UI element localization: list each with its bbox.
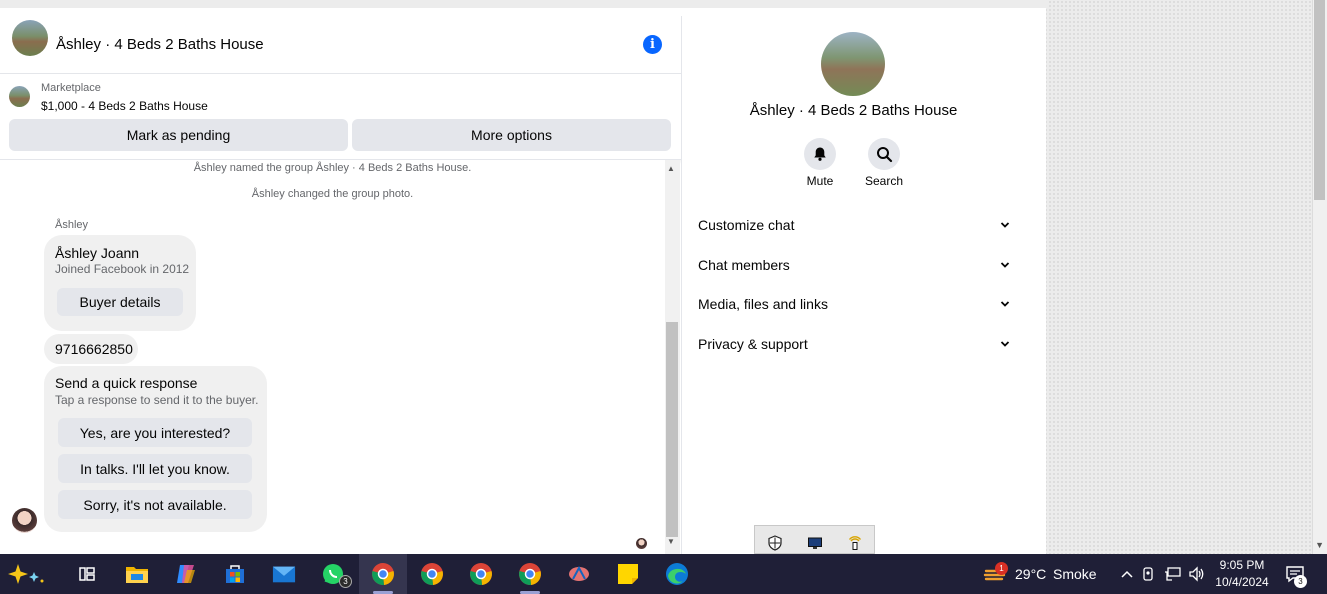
listing-price-title[interactable]: $1,000 - 4 Beds 2 Baths House bbox=[41, 99, 208, 113]
clock-date[interactable]: 10/4/2024 bbox=[1212, 575, 1272, 589]
mute-label: Mute bbox=[806, 174, 834, 188]
group-photo[interactable] bbox=[821, 32, 885, 96]
search-label: Search bbox=[864, 174, 904, 188]
usb-device-icon[interactable] bbox=[847, 535, 863, 551]
page-scrollbar-thumb[interactable] bbox=[1314, 0, 1325, 200]
whatsapp-badge: 3 bbox=[339, 575, 352, 588]
row-label: Customize chat bbox=[698, 217, 795, 233]
quick-response-title: Send a quick response bbox=[55, 375, 198, 391]
quick-response-button[interactable]: In talks. I'll let you know. bbox=[58, 454, 252, 483]
tray-overflow-popup bbox=[754, 525, 875, 554]
quick-response-subtitle: Tap a response to send it to the buyer. bbox=[55, 393, 259, 407]
group-avatar[interactable] bbox=[12, 20, 48, 56]
search-icon bbox=[876, 146, 892, 162]
read-receipt-avatar bbox=[636, 538, 647, 549]
sender-avatar[interactable] bbox=[12, 508, 37, 533]
system-message: Åshley named the group Åshley · 4 Beds 2… bbox=[193, 162, 472, 174]
notification-badge: 3 bbox=[1294, 575, 1307, 588]
chat-members-row[interactable]: Chat members bbox=[698, 250, 1010, 280]
security-shield-icon[interactable] bbox=[767, 535, 783, 551]
marketplace-label: Marketplace bbox=[41, 82, 101, 94]
message-scrollbar-thumb[interactable] bbox=[666, 322, 678, 537]
chrome-profile-icon[interactable] bbox=[469, 562, 493, 586]
buyer-name: Åshley Joann bbox=[55, 245, 140, 261]
buyer-joined: Joined Facebook in 2012 bbox=[55, 262, 190, 276]
chat-info-panel: Åshley · 4 Beds 2 Baths House Mute Searc… bbox=[681, 16, 1024, 554]
buyer-details-button[interactable]: Buyer details bbox=[57, 288, 183, 316]
chrome-profile-icon[interactable] bbox=[420, 562, 444, 586]
row-label: Media, files and links bbox=[698, 296, 828, 312]
chevron-down-icon bbox=[1000, 341, 1010, 347]
buyer-card-bubble: Åshley Joann Joined Facebook in 2012 Buy… bbox=[44, 235, 196, 331]
copilot-app-icon[interactable] bbox=[174, 562, 198, 586]
message-list: Åshley named the group Åshley · 4 Beds 2… bbox=[0, 160, 665, 554]
taskbar: 3 1 29°C Smoke 9:05 PM 10/4/2024 3 bbox=[0, 554, 1327, 594]
sender-name: Åshley bbox=[55, 219, 89, 231]
chrome-profile-icon[interactable] bbox=[518, 562, 542, 586]
chevron-down-icon bbox=[1000, 222, 1010, 228]
scroll-down-arrow-icon[interactable]: ▼ bbox=[1315, 540, 1324, 550]
microsoft-store-icon[interactable] bbox=[223, 562, 247, 586]
row-label: Chat members bbox=[698, 257, 790, 273]
task-view-icon[interactable] bbox=[75, 562, 99, 586]
row-label: Privacy & support bbox=[698, 336, 808, 352]
page-scrollbar[interactable]: ▼ bbox=[1312, 0, 1327, 554]
edge-browser-icon[interactable] bbox=[665, 562, 689, 586]
more-options-button[interactable]: More options bbox=[352, 119, 671, 151]
quick-response-button[interactable]: Sorry, it's not available. bbox=[58, 490, 252, 519]
volume-icon[interactable] bbox=[1186, 562, 1208, 586]
marketplace-bar: Marketplace $1,000 - 4 Beds 2 Baths Hous… bbox=[0, 74, 681, 160]
network-icon[interactable] bbox=[1162, 562, 1184, 586]
search-button[interactable] bbox=[868, 138, 900, 170]
info-icon[interactable]: i bbox=[643, 35, 662, 54]
weather-alert-badge: 1 bbox=[995, 562, 1008, 575]
system-message: Åshley changed the group photo. bbox=[251, 188, 414, 200]
chevron-down-icon bbox=[1000, 301, 1010, 307]
customize-chat-row[interactable]: Customize chat bbox=[698, 210, 1010, 240]
panel-title: Åshley · 4 Beds 2 Baths House bbox=[749, 102, 958, 119]
file-explorer-icon[interactable] bbox=[125, 562, 149, 586]
chevron-up-icon[interactable] bbox=[1115, 562, 1139, 586]
mute-button[interactable] bbox=[804, 138, 836, 170]
clock-time[interactable]: 9:05 PM bbox=[1212, 558, 1272, 572]
meet-now-icon[interactable] bbox=[1139, 562, 1159, 586]
temperature[interactable]: 29°C bbox=[1015, 566, 1046, 582]
scroll-up-arrow-icon[interactable]: ▲ bbox=[667, 164, 675, 173]
chevron-down-icon bbox=[1000, 262, 1010, 268]
phone-number: 9716662850 bbox=[55, 341, 133, 357]
phone-bubble: 9716662850 bbox=[44, 334, 138, 364]
listing-thumbnail[interactable] bbox=[9, 86, 30, 107]
quick-response-button[interactable]: Yes, are you interested? bbox=[58, 418, 252, 447]
mail-icon[interactable] bbox=[272, 562, 296, 586]
privacy-support-row[interactable]: Privacy & support bbox=[698, 329, 1010, 359]
quick-response-bubble: Send a quick response Tap a response to … bbox=[44, 366, 267, 532]
snipping-tool-icon[interactable] bbox=[567, 562, 591, 586]
chrome-profile-icon[interactable] bbox=[371, 562, 395, 586]
bell-icon bbox=[814, 147, 826, 161]
display-monitor-icon[interactable] bbox=[807, 535, 823, 551]
scroll-down-arrow-icon[interactable]: ▼ bbox=[667, 537, 675, 546]
mark-as-pending-button[interactable]: Mark as pending bbox=[9, 119, 348, 151]
copilot-sparkle-icon[interactable] bbox=[4, 562, 52, 586]
media-files-links-row[interactable]: Media, files and links bbox=[698, 289, 1010, 319]
chat-title[interactable]: Åshley · 4 Beds 2 Baths House bbox=[56, 36, 264, 53]
weather-condition[interactable]: Smoke bbox=[1053, 566, 1097, 582]
page-top-strip bbox=[0, 0, 1047, 8]
sticky-notes-icon[interactable] bbox=[616, 562, 640, 586]
